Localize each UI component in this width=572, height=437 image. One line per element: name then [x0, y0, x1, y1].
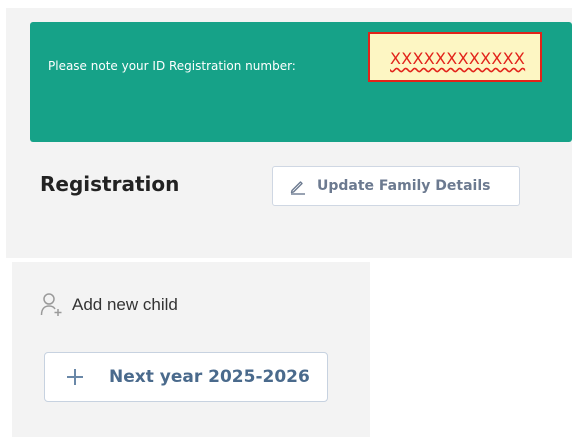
- update-family-details-label: Update Family Details: [317, 178, 491, 194]
- id-notice-message: Please note your ID Registration number:: [48, 59, 296, 73]
- pencil-icon: [289, 177, 307, 195]
- page-title: Registration: [40, 172, 180, 196]
- update-family-details-button[interactable]: Update Family Details: [272, 166, 520, 206]
- add-new-child-link[interactable]: Add new child: [40, 292, 178, 318]
- plus-icon: [65, 367, 85, 387]
- id-registration-number: XXXXXXXXXXXX: [390, 49, 526, 68]
- add-user-icon: [40, 292, 64, 318]
- next-year-button[interactable]: Next year 2025-2026: [44, 352, 328, 402]
- id-notice-banner: Please note your ID Registration number:…: [30, 22, 572, 142]
- next-year-label: Next year 2025-2026: [109, 367, 310, 387]
- id-registration-box: XXXXXXXXXXXX: [368, 32, 542, 82]
- registration-panel: Please note your ID Registration number:…: [6, 8, 572, 258]
- children-panel: [12, 262, 370, 437]
- add-new-child-label: Add new child: [72, 295, 178, 314]
